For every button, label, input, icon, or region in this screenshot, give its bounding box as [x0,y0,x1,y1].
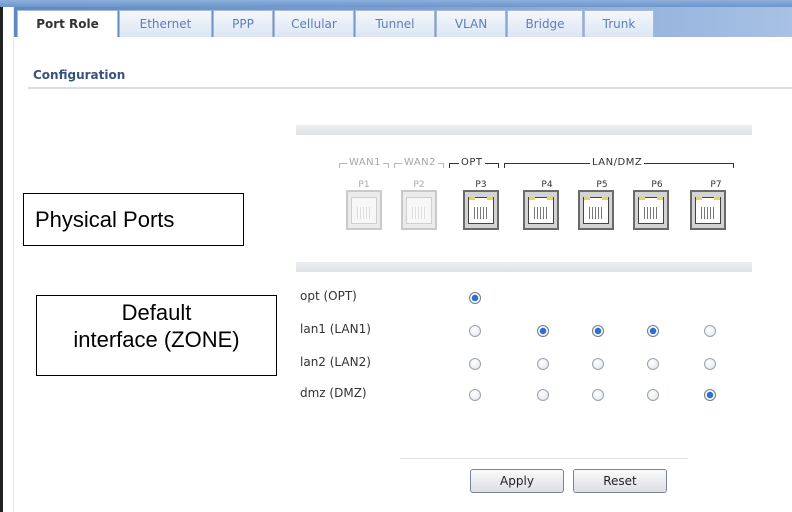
tab-ethernet[interactable]: Ethernet [119,10,212,37]
radio-dmz-port-3[interactable] [469,389,481,401]
interface-label-opt: opt (OPT) [300,289,357,303]
radio-lan1-port-7[interactable] [704,325,716,337]
default-interface-callout-line2: interface (ZONE) [73,327,240,352]
port-panel-bottom-bar [296,262,752,272]
default-interface-callout-line1: Default [121,300,192,325]
section-title: Configuration [33,68,126,82]
ethernet-port-icon [578,190,614,230]
ethernet-port-icon [690,190,726,230]
physical-ports-callout: Physical Ports [23,193,244,246]
group-wan2-label: WAN2 [402,157,439,168]
group-lan-dmz: LAN/DMZ [504,157,734,170]
radio-lan1-port-4[interactable] [537,325,549,337]
tab-tunnel[interactable]: Tunnel [355,10,435,37]
group-opt-label: OPT [459,157,485,168]
reset-button[interactable]: Reset [573,469,667,493]
default-interface-callout: Default interface (ZONE) [36,295,277,376]
port-label-p5: P5 [596,180,608,190]
radio-lan2-port-3[interactable] [469,358,481,370]
tab-trunk[interactable]: Trunk [584,10,654,37]
radio-lan2-port-6[interactable] [647,358,659,370]
group-opt: OPT [449,157,499,170]
radio-dmz-port-4[interactable] [537,389,549,401]
button-divider [400,458,688,459]
interface-label-lan1: lan1 (LAN1) [300,322,371,336]
tab-cellular[interactable]: Cellular [274,10,354,37]
ethernet-port-icon [523,190,559,230]
ethernet-port-icon [633,190,669,230]
port-panel-top-bar [296,125,752,135]
port-label-p3: P3 [475,180,487,190]
ethernet-port-icon [463,190,499,230]
tab-port-role[interactable]: Port Role [17,10,118,38]
tab-vlan[interactable]: VLAN [436,10,506,37]
interface-label-dmz: dmz (DMZ) [300,386,367,400]
title-strip [0,0,792,7]
ethernet-port-icon [401,190,437,230]
radio-lan2-port-4[interactable] [537,358,549,370]
radio-lan2-port-7[interactable] [704,358,716,370]
radio-opt-port-3[interactable] [469,292,481,304]
port-label-p1: P1 [358,180,370,190]
group-wan2: WAN2 [394,157,444,170]
group-lan-dmz-label: LAN/DMZ [590,157,645,168]
left-border [3,0,14,512]
ethernet-port-icon [346,190,382,230]
section-divider [28,87,792,89]
group-wan1-label: WAN1 [347,157,384,168]
port-label-p7: P7 [710,180,722,190]
tab-bar: Port Role Ethernet PPP Cellular Tunnel V… [14,7,792,38]
apply-button[interactable]: Apply [470,469,564,493]
tab-bridge[interactable]: Bridge [507,10,583,37]
radio-lan1-port-3[interactable] [469,325,481,337]
interface-label-lan2: lan2 (LAN2) [300,355,371,369]
radio-dmz-port-6[interactable] [647,389,659,401]
radio-lan1-port-6[interactable] [647,325,659,337]
radio-dmz-port-5[interactable] [592,389,604,401]
port-label-p2: P2 [413,180,425,190]
main-content: Configuration WAN1 WAN2 OPT LAN/DMZ P1 P… [14,37,792,512]
port-label-p4: P4 [541,180,553,190]
tab-ppp[interactable]: PPP [213,10,273,37]
radio-dmz-port-7[interactable] [704,389,716,401]
radio-lan1-port-5[interactable] [592,325,604,337]
radio-lan2-port-5[interactable] [592,358,604,370]
group-wan1: WAN1 [339,157,389,170]
port-label-p6: P6 [651,180,663,190]
